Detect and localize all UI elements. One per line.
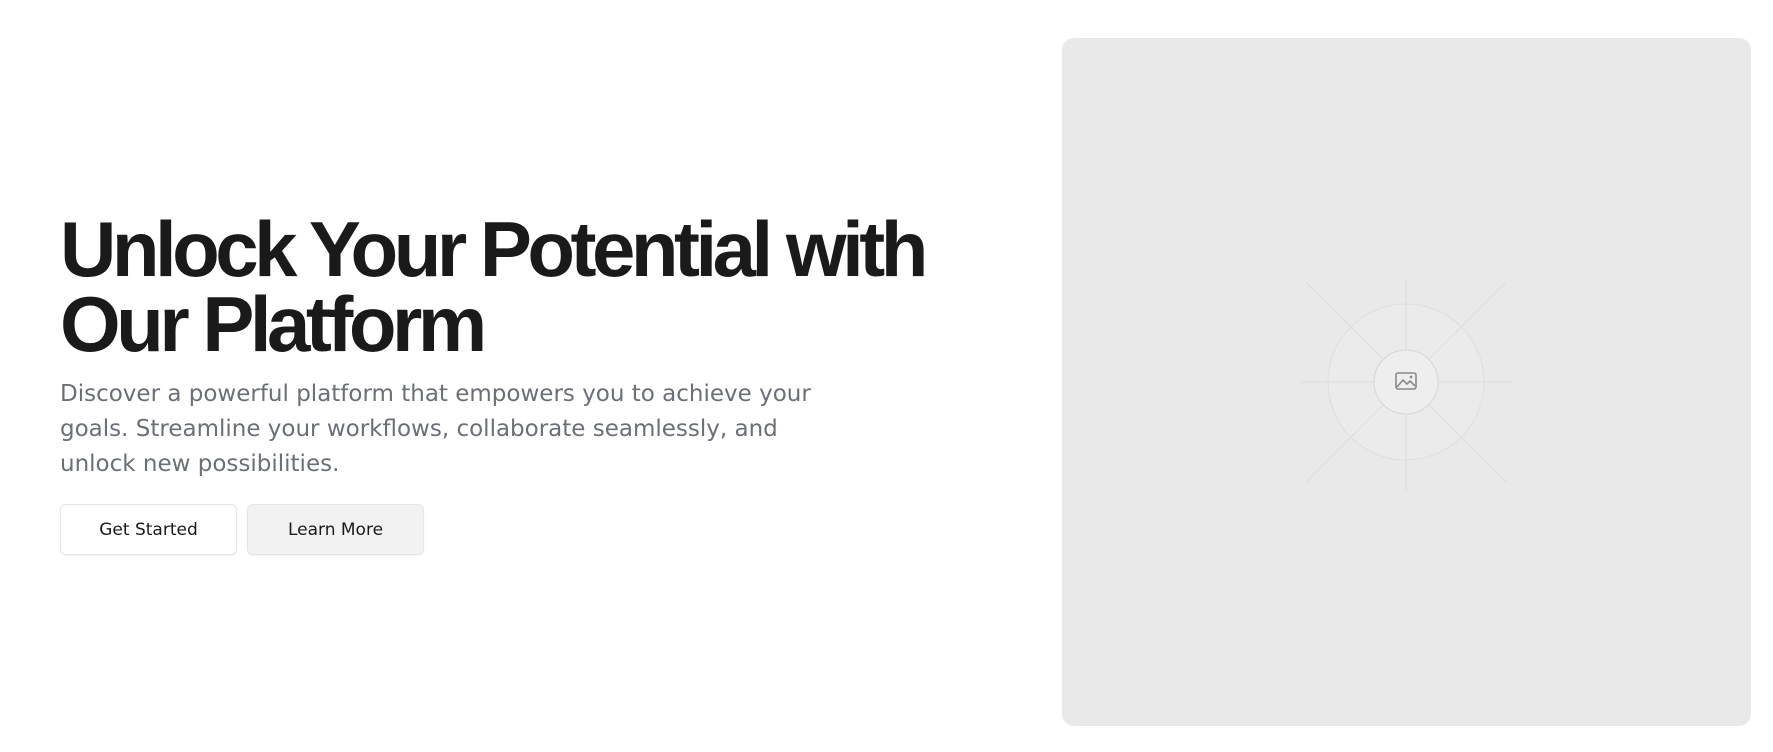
placeholder-graphic xyxy=(1301,280,1511,490)
hero-image-placeholder xyxy=(1062,38,1751,726)
learn-more-button[interactable]: Learn More xyxy=(247,504,424,555)
hero-headline: Unlock Your Potential with Our Platform xyxy=(60,210,980,363)
hero-description: Discover a powerful platform that empowe… xyxy=(60,381,811,477)
hero-headline-line-2: Our Platform xyxy=(60,280,487,368)
get-started-button[interactable]: Get Started xyxy=(60,504,237,555)
hero-text-block: Unlock Your Potential with Our Platform … xyxy=(60,210,980,555)
image-placeholder-icon xyxy=(1373,349,1439,415)
hero-actions: Get Started Learn More xyxy=(60,504,980,555)
